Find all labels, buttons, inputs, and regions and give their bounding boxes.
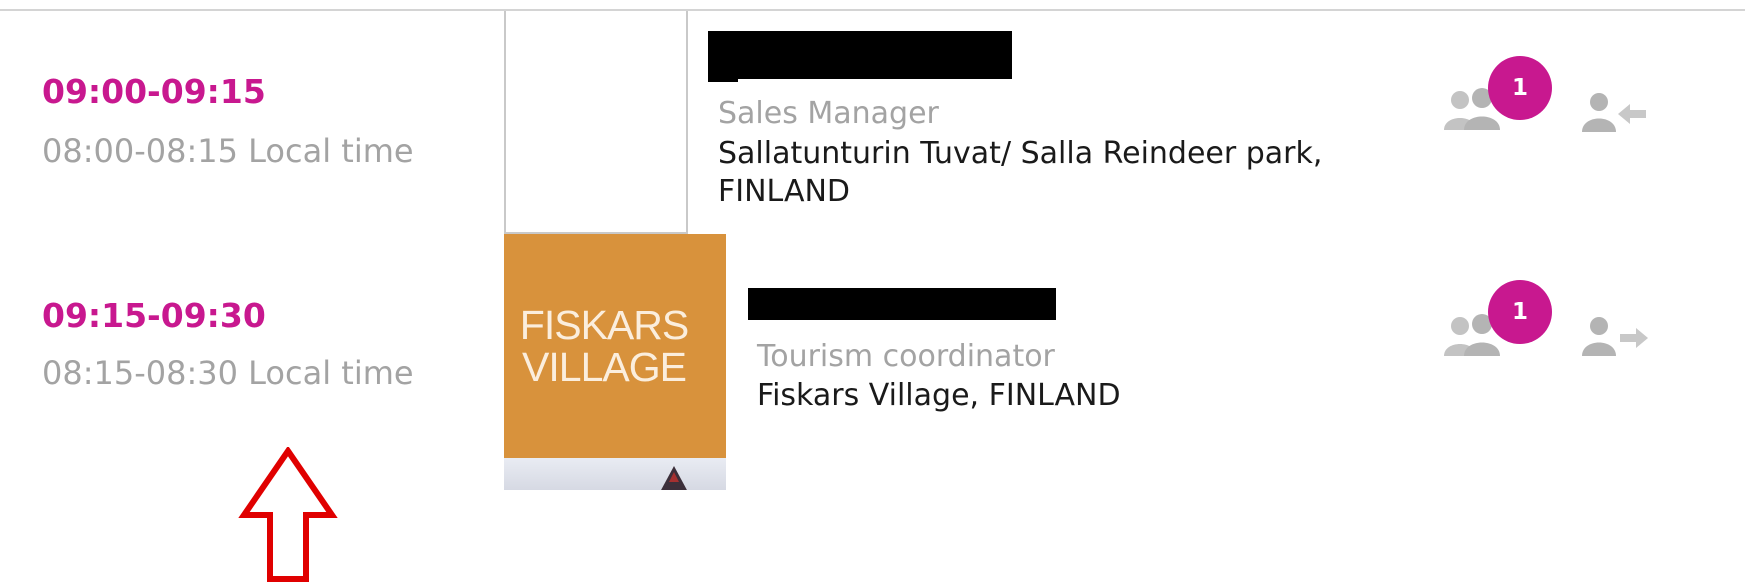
logo-divider bbox=[686, 11, 688, 234]
attendee-count-badge: 1 bbox=[1488, 56, 1552, 120]
company-logo bbox=[504, 11, 688, 234]
contact-company: Fiskars Village, FINLAND bbox=[757, 378, 1121, 413]
top-divider bbox=[0, 9, 1745, 11]
logo-text: FISKARS bbox=[519, 302, 689, 348]
person-incoming-arrow-icon[interactable] bbox=[1582, 92, 1652, 136]
annotation-up-arrow-icon bbox=[238, 447, 338, 582]
redacted-name-tail bbox=[708, 60, 738, 82]
slot-local-time: 08:00-08:15 Local time bbox=[42, 132, 414, 170]
contact-role: Tourism coordinator bbox=[757, 339, 1055, 374]
slot-time: 09:15-09:30 bbox=[42, 296, 266, 335]
redacted-name bbox=[708, 31, 1012, 79]
person-outgoing-arrow-icon[interactable] bbox=[1582, 316, 1652, 360]
company-logo: FISKARS VILLAGE bbox=[504, 234, 726, 490]
attendee-count-badge: 1 bbox=[1488, 280, 1552, 344]
slot-time: 09:00-09:15 bbox=[42, 72, 266, 111]
logo-text: VILLAGE bbox=[522, 344, 687, 390]
contact-company: Sallatunturin Tuvat/ Salla Reindeer park… bbox=[718, 136, 1323, 209]
redacted-name bbox=[748, 288, 1056, 320]
logo-photo bbox=[504, 458, 726, 490]
slot-local-time: 08:15-08:30 Local time bbox=[42, 354, 414, 392]
contact-role: Sales Manager bbox=[718, 96, 939, 131]
